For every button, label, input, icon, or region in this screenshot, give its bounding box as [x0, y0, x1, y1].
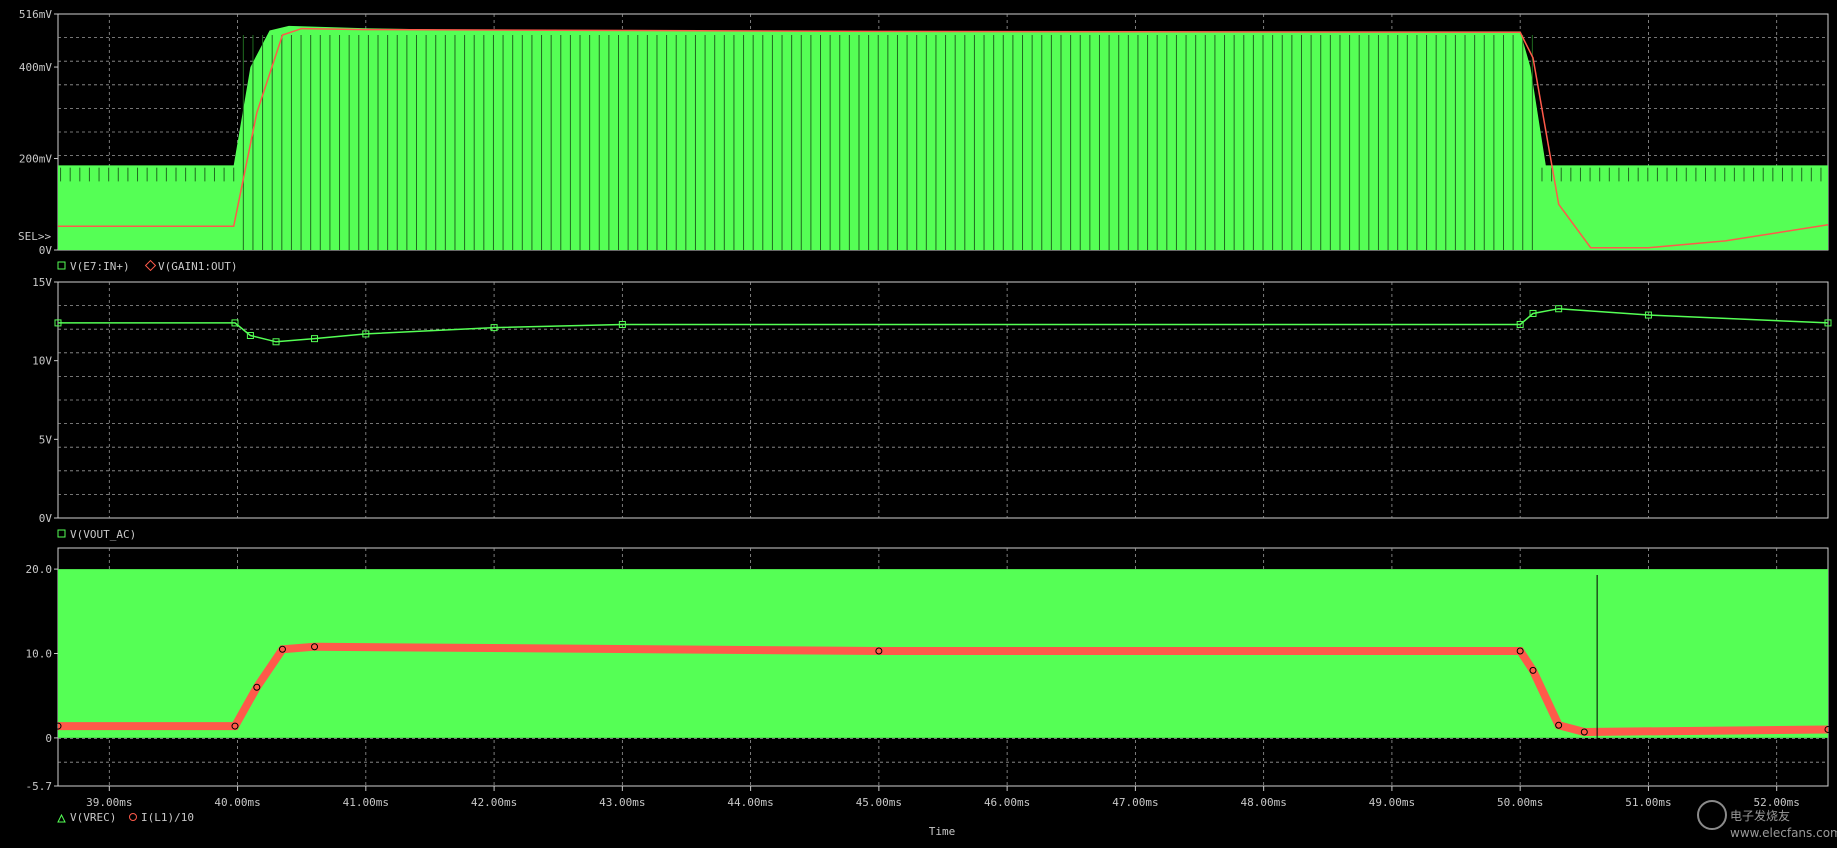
- x-tick-label: 50.00ms: [1497, 796, 1543, 809]
- legend-triangle-marker: [57, 813, 66, 823]
- y-tick-label: 0: [45, 732, 52, 745]
- y-tick-label: 15V: [32, 276, 52, 289]
- legend-vin: V(E7:IN+): [70, 260, 130, 273]
- oscilloscope-plot: 516mV 400mV 200mV 0V 15V 10V 5V 0V 20.0 10.0 0 -5.7…: [0, 0, 1837, 844]
- watermark-site: www.elecfans.com: [1730, 826, 1837, 840]
- y-tick-label: 516mV: [19, 8, 52, 21]
- y-tick-label: 10V: [32, 355, 52, 368]
- legend-il1: I(L1)/10: [141, 811, 194, 824]
- x-axis-title: Time: [929, 825, 956, 838]
- x-tick-label: 41.00ms: [343, 796, 389, 809]
- x-tick-label: 42.00ms: [471, 796, 517, 809]
- x-tick-label: 51.00ms: [1625, 796, 1671, 809]
- x-tick-label: 39.00ms: [86, 796, 132, 809]
- y-tick-label: 20.0: [26, 563, 53, 576]
- legend-square-marker: [57, 529, 66, 538]
- x-tick-label: 52.00ms: [1754, 796, 1800, 809]
- x-tick-label: 44.00ms: [727, 796, 773, 809]
- y-tick-label: 5V: [39, 433, 53, 446]
- watermark-logo-icon: [1697, 800, 1727, 830]
- y-tick-label: 400mV: [19, 61, 52, 74]
- x-tick-label: 48.00ms: [1240, 796, 1286, 809]
- selector-label: SEL>>: [18, 230, 51, 243]
- x-tick-label: 45.00ms: [856, 796, 902, 809]
- x-tick-label: 47.00ms: [1112, 796, 1158, 809]
- x-tick-label: 46.00ms: [984, 796, 1030, 809]
- x-tick-label: 40.00ms: [214, 796, 260, 809]
- legend-square-marker: [57, 261, 66, 270]
- watermark-title: 电子发烧友: [1730, 808, 1790, 823]
- y-tick-label: 0V: [39, 244, 53, 257]
- y-tick-label: -5.7: [26, 780, 53, 793]
- legend-middle: V(VOUT_AC): [57, 528, 136, 541]
- legend-vout: V(VOUT_AC): [70, 528, 136, 541]
- plot-canvas: 516mV 400mV 200mV 0V 15V 10V 5V 0V 20.0 10.0 0 -5.7…: [18, 8, 1837, 840]
- legend-circle-marker: [129, 813, 137, 821]
- legend-vrec: V(VREC): [70, 811, 116, 824]
- legend-gain: V(GAIN1:OUT): [158, 260, 237, 273]
- x-tick-label: 49.00ms: [1369, 796, 1415, 809]
- y-tick-label: 200mV: [19, 153, 52, 166]
- x-tick-label: 43.00ms: [599, 796, 645, 809]
- legend-diamond-marker: [144, 259, 157, 272]
- y-tick-label: 10.0: [26, 647, 53, 660]
- legend-top: V(E7:IN+) V(GAIN1:OUT): [57, 259, 237, 273]
- y-tick-label: 0V: [39, 512, 53, 525]
- legend-bottom: V(VREC) I(L1)/10: [57, 811, 194, 824]
